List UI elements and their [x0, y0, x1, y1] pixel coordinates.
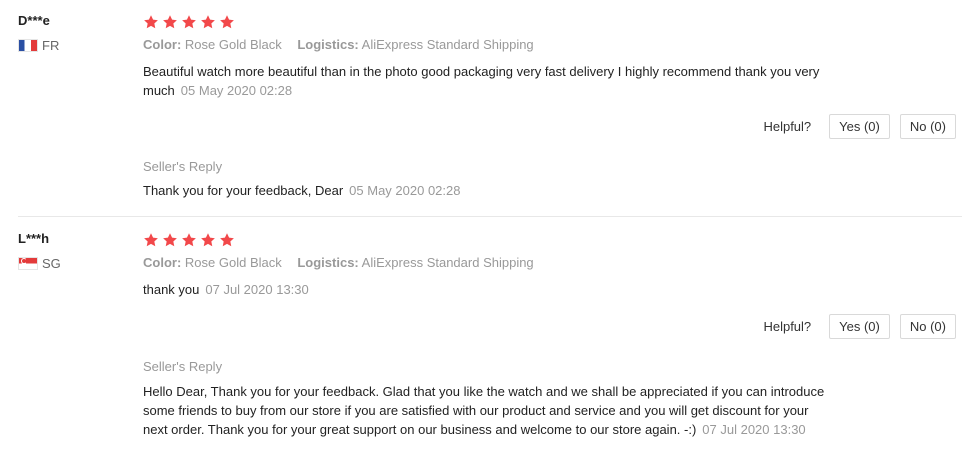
- logistics-label: Logistics:: [297, 37, 359, 52]
- seller-reply-date: 05 May 2020 02:28: [349, 183, 461, 198]
- star-icon: [200, 232, 216, 248]
- helpful-vote: Helpful? Yes (0) No (0): [763, 314, 956, 339]
- review-text: Beautiful watch more beautiful than in t…: [143, 62, 873, 100]
- color-label: Color:: [143, 255, 182, 270]
- star-icon: [181, 14, 197, 30]
- reviewer-country: SG: [18, 256, 61, 271]
- france-flag-icon: [18, 39, 38, 52]
- seller-reply-text: Hello Dear, Thank you for your feedback.…: [143, 382, 833, 439]
- star-icon: [219, 232, 235, 248]
- star-icon: [143, 232, 159, 248]
- review-text: thank you 07 Jul 2020 13:30: [143, 280, 873, 299]
- color-label: Color:: [143, 37, 182, 52]
- star-icon: [162, 14, 178, 30]
- logistics-value: AliExpress Standard Shipping: [361, 37, 534, 52]
- product-attributes: Color: Rose Gold Black Logistics: AliExp…: [143, 255, 546, 270]
- star-rating: [143, 14, 238, 30]
- reviewer-name: L***h: [18, 231, 50, 246]
- star-rating: [143, 232, 238, 248]
- seller-reply-title: Seller's Reply: [143, 159, 223, 174]
- reviewer-name: D***e: [18, 13, 50, 28]
- star-icon: [181, 232, 197, 248]
- star-icon: [219, 14, 235, 30]
- helpful-no-button[interactable]: No (0): [899, 114, 956, 139]
- review-body: thank you: [143, 282, 200, 297]
- review-date: 07 Jul 2020 13:30: [205, 282, 309, 297]
- helpful-yes-button[interactable]: Yes (0): [829, 114, 890, 139]
- singapore-flag-icon: [18, 257, 38, 270]
- seller-reply-title: Seller's Reply: [143, 359, 223, 374]
- seller-reply-body: Thank you for your feedback, Dear: [143, 183, 344, 198]
- reviewer-country: FR: [18, 38, 59, 53]
- helpful-yes-button[interactable]: Yes (0): [829, 314, 890, 339]
- seller-reply-date: 07 Jul 2020 13:30: [702, 422, 806, 437]
- star-icon: [162, 232, 178, 248]
- product-attributes: Color: Rose Gold Black Logistics: AliExp…: [143, 37, 546, 52]
- country-code: SG: [42, 256, 61, 271]
- star-icon: [200, 14, 216, 30]
- helpful-label: Helpful?: [763, 119, 812, 134]
- helpful-label: Helpful?: [763, 319, 812, 334]
- color-value: Rose Gold Black: [184, 37, 282, 52]
- review-date: 05 May 2020 02:28: [180, 83, 293, 98]
- review-item: L***h SG Color: Rose Gold Black Logistic…: [0, 216, 980, 476]
- color-value: Rose Gold Black: [184, 255, 282, 270]
- seller-reply-text: Thank you for your feedback, Dear 05 May …: [143, 181, 833, 200]
- review-item: D***e FR Color: Rose Gold Black Logistic…: [0, 0, 980, 217]
- logistics-label: Logistics:: [297, 255, 359, 270]
- helpful-no-button[interactable]: No (0): [899, 314, 956, 339]
- logistics-value: AliExpress Standard Shipping: [361, 255, 534, 270]
- star-icon: [143, 14, 159, 30]
- helpful-vote: Helpful? Yes (0) No (0): [763, 114, 956, 139]
- country-code: FR: [42, 38, 60, 53]
